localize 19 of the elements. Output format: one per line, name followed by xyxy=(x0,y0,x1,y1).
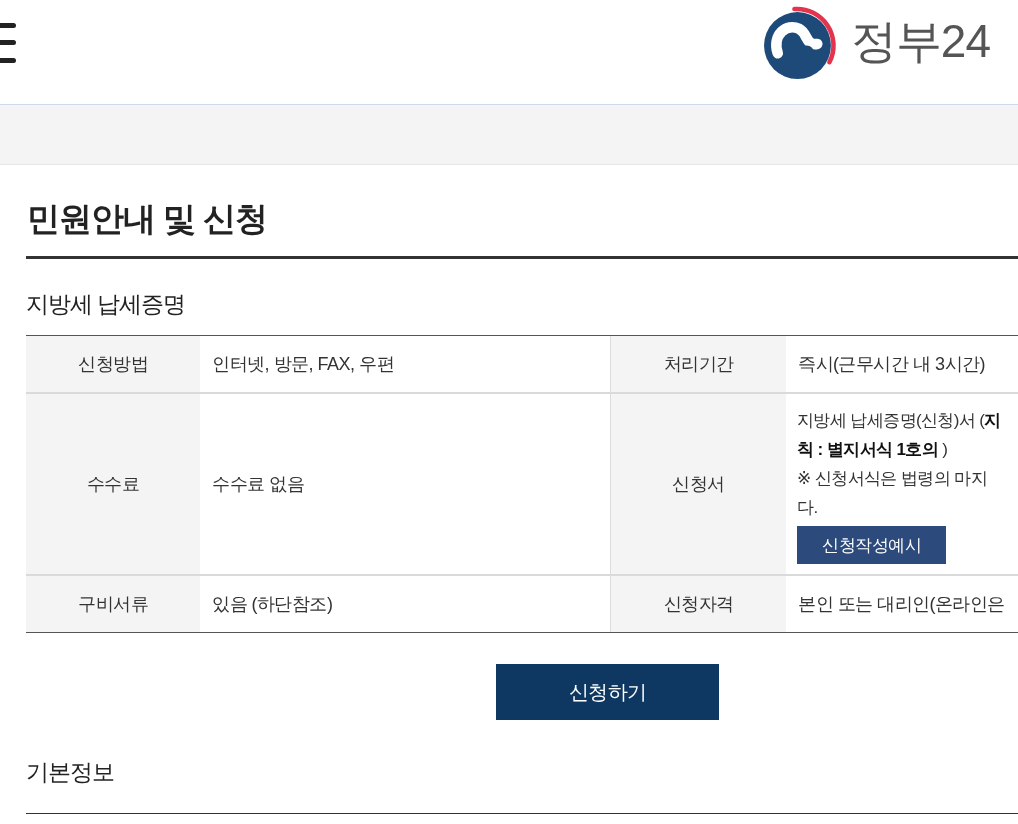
table-cell-text: 본인 또는 대리인(온라인은 xyxy=(797,593,1006,616)
logo-text[interactable]: 정부24 xyxy=(850,15,990,67)
table-header-cell: 구비서류 xyxy=(26,576,200,632)
sample-form-button[interactable]: 신청작성예시 xyxy=(797,526,946,564)
page-title: 민원안내 및 신청 xyxy=(27,199,268,239)
menu-icon[interactable] xyxy=(0,23,16,63)
table-header-cell: 신청방법 xyxy=(26,336,200,392)
form-description: 지방세 납세증명(신청)서 (지 칙 : 별지서식 1호의 ) ※ 신청서식은 법령의 마지 다. xyxy=(797,410,1001,519)
table-header-cell: 신청서 xyxy=(610,394,786,574)
table-cell-text: 수수료 없음 xyxy=(211,473,305,496)
table-cell-text: 즉시(근무시간 내 3시간) xyxy=(797,353,986,376)
table-header-cell: 신청자격 xyxy=(610,576,786,632)
table-cell-text: 인터넷, 방문, FAX, 우편 xyxy=(211,353,396,376)
table-cell-text: 있음 (하단참조) xyxy=(211,593,334,616)
apply-button[interactable]: 신청하기 xyxy=(496,664,719,720)
table-header-cell: 처리기간 xyxy=(610,336,786,392)
service-title: 지방세 납세증명 xyxy=(26,290,186,319)
section-title: 기본정보 xyxy=(26,758,114,787)
table-header-cell: 수수료 xyxy=(26,394,200,574)
